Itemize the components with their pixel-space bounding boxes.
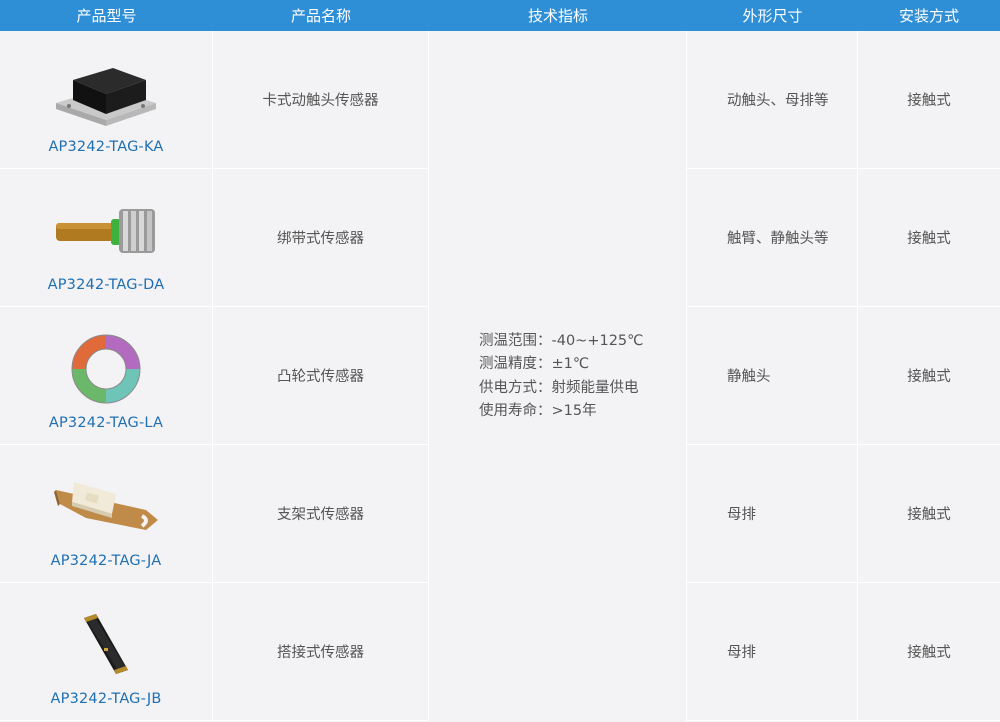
bracket-sensor-image: [46, 467, 166, 547]
product-name: 凸轮式传感器: [213, 307, 429, 445]
product-name: 搭接式传感器: [213, 583, 429, 721]
model-code: AP3242-TAG-LA: [48, 415, 164, 431]
shape-value: 触臂、静触头等: [687, 169, 858, 307]
model-cell: AP3242-TAG-DA: [0, 169, 213, 307]
ring-sensor-image: [46, 329, 166, 409]
spec-line-power: 供电方式：射频能量供电: [479, 379, 639, 396]
product-table: 产品型号 产品名称 技术指标 外形尺寸 安装方式 AP3242-TAG-KA 卡…: [0, 0, 1000, 722]
model-cell: AP3242-TAG-KA: [0, 31, 213, 169]
model-code: AP3242-TAG-DA: [47, 277, 165, 293]
tube-sensor-with-contacts-image: [46, 191, 166, 271]
model-code: AP3242-TAG-JB: [50, 691, 162, 707]
spec-line-temp-range: 测温范围：-40~+125℃: [479, 332, 644, 349]
header-model: 产品型号: [76, 7, 137, 25]
product-name: 卡式动触头传感器: [213, 31, 429, 169]
spec-line-accuracy: 测温精度：±1℃: [479, 356, 590, 372]
model-code: AP3242-TAG-JA: [50, 553, 162, 569]
product-name: 支架式传感器: [213, 445, 429, 583]
model-cell: AP3242-TAG-LA: [0, 307, 213, 445]
header-name: 产品名称: [290, 7, 351, 25]
table-header: 产品型号 产品名称 技术指标 外形尺寸 安装方式: [0, 0, 1000, 31]
shape-value: 动触头、母排等: [687, 31, 858, 169]
model-code: AP3242-TAG-KA: [48, 139, 164, 155]
spec-line-lifetime: 使用寿命：>15年: [479, 403, 597, 419]
install-value: 接触式: [858, 583, 1000, 721]
shape-value: 母排: [687, 445, 858, 583]
spec-cell: 测温范围：-40~+125℃ 测温精度：±1℃ 供电方式：射频能量供电 使用寿命…: [429, 31, 687, 722]
product-name: 绑带式传感器: [213, 169, 429, 307]
install-value: 接触式: [858, 169, 1000, 307]
strip-sensor-image: [46, 605, 166, 685]
black-sensor-on-plate-image: [46, 53, 166, 133]
header-shape: 外形尺寸: [742, 7, 803, 25]
install-value: 接触式: [858, 31, 1000, 169]
header-install: 安装方式: [898, 7, 959, 25]
shape-value: 母排: [687, 583, 858, 721]
model-cell: AP3242-TAG-JB: [0, 583, 213, 721]
table-body: AP3242-TAG-KA 卡式动触头传感器 动触头、母排等 接触式 AP324…: [0, 31, 1000, 722]
shape-value: 静触头: [687, 307, 858, 445]
install-value: 接触式: [858, 445, 1000, 583]
install-value: 接触式: [858, 307, 1000, 445]
model-cell: AP3242-TAG-JA: [0, 445, 213, 583]
header-spec: 技术指标: [527, 7, 588, 25]
